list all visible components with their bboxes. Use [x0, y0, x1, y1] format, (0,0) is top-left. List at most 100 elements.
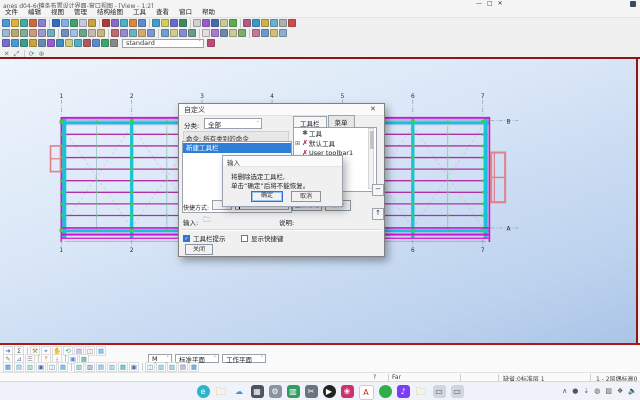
menu-item-3[interactable]: 视图: [46, 8, 69, 17]
command-icon[interactable]: ▣: [129, 362, 139, 372]
tool-icon[interactable]: [70, 29, 78, 37]
toolbar-list-item-2[interactable]: ⊞✗默认工具: [294, 138, 376, 148]
tool-icon[interactable]: [79, 29, 87, 37]
command-icon[interactable]: ◫: [47, 362, 57, 372]
tool-icon[interactable]: [20, 19, 28, 27]
tool-icon[interactable]: [79, 19, 87, 27]
menu-item-7[interactable]: 查看: [151, 8, 174, 17]
menu-item-6[interactable]: 工具: [128, 8, 151, 17]
message-box-title-bar[interactable]: 输入: [223, 156, 342, 167]
tool-icon[interactable]: [152, 19, 160, 27]
tool-icon[interactable]: [110, 39, 118, 47]
tool-icon[interactable]: [243, 19, 251, 27]
menu-item-8[interactable]: 窗口: [174, 8, 197, 17]
tool-icon[interactable]: [288, 19, 296, 27]
spreadsheet-icon[interactable]: ▥: [287, 385, 300, 398]
tool-icon[interactable]: [179, 29, 187, 37]
remove-item-button[interactable]: −: [372, 184, 384, 196]
tray-icon-6[interactable]: ❖: [617, 387, 623, 395]
minimize-icon[interactable]: —: [476, 0, 482, 7]
toolbar-list-scrollbar[interactable]: [368, 128, 374, 189]
media-player-icon[interactable]: ▶: [323, 385, 336, 398]
app-window-1-icon[interactable]: ▭: [433, 385, 446, 398]
tool-icon[interactable]: [29, 29, 37, 37]
move-up-button[interactable]: ↑: [372, 208, 384, 220]
tool-icon[interactable]: [193, 19, 201, 27]
weather-icon[interactable]: ☁: [233, 385, 246, 398]
start-icon[interactable]: [177, 385, 192, 400]
tool-icon[interactable]: [147, 29, 155, 37]
command-icon[interactable]: ▦: [3, 362, 13, 372]
tool-icon[interactable]: [102, 19, 110, 27]
command-icon[interactable]: ▣: [36, 362, 46, 372]
command-icon[interactable]: ▧: [74, 362, 84, 372]
checkbox-checked-icon[interactable]: ✓: [183, 235, 190, 242]
tool-icon[interactable]: [120, 29, 128, 37]
tool-icon[interactable]: [2, 19, 10, 27]
photos-icon[interactable]: ❀: [341, 385, 354, 398]
tool-icon[interactable]: [207, 39, 215, 47]
menu-item-9[interactable]: 帮助: [197, 8, 220, 17]
tool-icon[interactable]: [179, 19, 187, 27]
tool-icon[interactable]: [111, 19, 119, 27]
tool-icon[interactable]: [29, 19, 37, 27]
tool-icon[interactable]: [65, 39, 73, 47]
acrobat-icon[interactable]: A: [359, 385, 374, 400]
tool-icon[interactable]: [101, 39, 109, 47]
tool-icon[interactable]: [47, 29, 55, 37]
tool-icon[interactable]: [252, 29, 260, 37]
tool-icon[interactable]: [61, 19, 69, 27]
tool-icon[interactable]: [229, 19, 237, 27]
command-list-selected-item[interactable]: 新建工具栏: [183, 143, 291, 153]
tool-icon[interactable]: [211, 29, 219, 37]
command-icon[interactable]: ▥: [107, 362, 117, 372]
tool-icon[interactable]: [20, 39, 28, 47]
tool-icon[interactable]: [270, 19, 278, 27]
tool-icon[interactable]: [61, 29, 69, 37]
command-icon[interactable]: ▥: [25, 362, 35, 372]
menu-item-2[interactable]: 编辑: [23, 8, 46, 17]
expand-icon[interactable]: ⊞: [294, 140, 301, 147]
style-combo[interactable]: standard ˅: [122, 39, 204, 48]
tool-icon[interactable]: [2, 29, 10, 37]
tool-icon[interactable]: [74, 39, 82, 47]
tool-icon[interactable]: [170, 29, 178, 37]
tool-icon[interactable]: [252, 19, 260, 27]
tool-icon[interactable]: [220, 29, 228, 37]
tool-icon[interactable]: [161, 29, 169, 37]
app-window-2-icon[interactable]: ▭: [451, 385, 464, 398]
tool-icon[interactable]: [129, 19, 137, 27]
tool-icon[interactable]: [97, 29, 105, 37]
tool-icon[interactable]: [88, 19, 96, 27]
plane-combo-2[interactable]: 工作平面˅: [222, 354, 266, 363]
ok-button[interactable]: 确定: [251, 191, 283, 202]
tool-icon[interactable]: [188, 29, 196, 37]
command-icon[interactable]: ▤: [14, 362, 24, 372]
tool-icon[interactable]: [270, 29, 278, 37]
tool-icon[interactable]: [111, 29, 119, 37]
tray-icon-7[interactable]: 🔈: [628, 387, 637, 395]
command-icon[interactable]: ▦: [118, 362, 128, 372]
tool-icon[interactable]: [38, 19, 46, 27]
tool-icon[interactable]: [279, 19, 287, 27]
tool-icon[interactable]: [29, 39, 37, 47]
tool-icon[interactable]: [52, 19, 60, 27]
tool-icon[interactable]: [229, 29, 237, 37]
maximize-icon[interactable]: □: [487, 0, 493, 7]
tool-icon[interactable]: [88, 29, 96, 37]
tool-icon[interactable]: [56, 39, 64, 47]
edge-browser-icon[interactable]: e: [197, 385, 210, 398]
toolbar-tips-checkbox[interactable]: ✓ 工具栏提示: [183, 233, 226, 243]
tool-icon[interactable]: [120, 19, 128, 27]
dialog-close-icon[interactable]: ✕: [370, 105, 376, 113]
show-shortcut-checkbox[interactable]: 显示快捷键: [241, 233, 284, 243]
tool-icon[interactable]: [20, 29, 28, 37]
tool-icon[interactable]: [2, 39, 10, 47]
tool-icon[interactable]: [238, 29, 246, 37]
tool-icon[interactable]: [279, 29, 287, 37]
tool-icon[interactable]: [220, 19, 228, 27]
cancel-button[interactable]: 取消: [291, 191, 321, 202]
command-icon[interactable]: ▤: [96, 362, 106, 372]
command-icon[interactable]: ◫: [145, 362, 155, 372]
tray-icon-4[interactable]: ◍: [594, 387, 600, 395]
